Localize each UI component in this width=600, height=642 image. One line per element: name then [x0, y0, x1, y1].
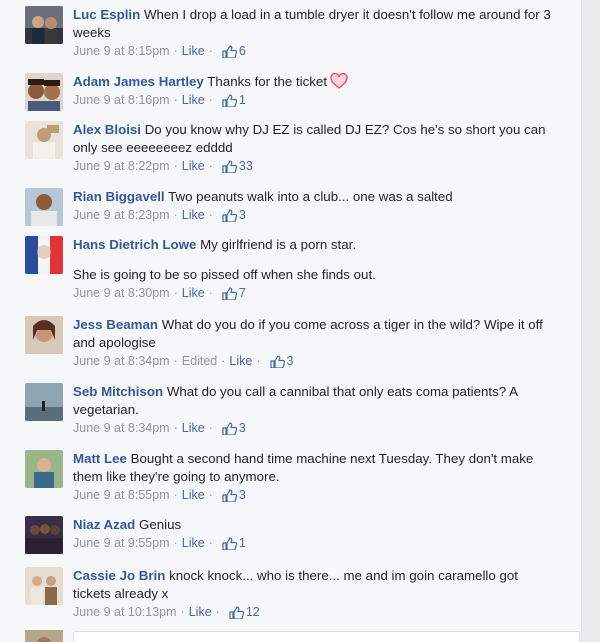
like-count[interactable]: 3 [239, 487, 246, 504]
comment-meta: June 9 at 8:23pm · Like · 3 [73, 207, 246, 224]
comment-timestamp[interactable]: June 9 at 8:22pm [73, 158, 170, 175]
like-count[interactable]: 33 [239, 158, 253, 175]
like-link[interactable]: Like [182, 207, 205, 224]
comment-meta: June 9 at 8:34pm · Edited · Like · 3 [73, 353, 294, 370]
avatar[interactable] [25, 567, 63, 605]
comment-author[interactable]: Cassie Jo Brin [73, 568, 165, 583]
avatar[interactable] [25, 121, 63, 159]
comment-author[interactable]: Niaz Azad [73, 517, 135, 532]
comment-timestamp[interactable]: June 9 at 8:16pm [73, 92, 170, 109]
comment-meta: June 9 at 8:55pm · Like · 3 [73, 487, 246, 504]
comment-text: My girlfriend is a porn star. [200, 237, 357, 252]
comment-author[interactable]: Luc Esplin [73, 7, 140, 22]
comment-timestamp[interactable]: June 9 at 8:15pm [73, 43, 170, 60]
avatar[interactable] [25, 236, 63, 274]
comment-text-continued: She is going to be so pissed off when sh… [73, 267, 376, 282]
comment-meta: June 9 at 8:34pm · Like · 3 [73, 420, 246, 437]
avatar[interactable] [25, 316, 63, 354]
reply-input[interactable] [73, 631, 580, 642]
comment-timestamp[interactable]: June 9 at 8:34pm [73, 420, 170, 437]
comment-meta: June 9 at 9:55pm · Like · 1 [73, 535, 246, 552]
thumbs-up-icon[interactable] [222, 422, 238, 436]
like-count[interactable]: 7 [239, 285, 246, 302]
like-count[interactable]: 3 [239, 207, 246, 224]
comment-timestamp[interactable]: June 9 at 8:34pm [73, 353, 170, 370]
heart-icon [330, 72, 348, 89]
comment-author[interactable]: Alex Bloisi [73, 122, 141, 137]
comment-text: Two peanuts walk into a club... one was … [168, 189, 453, 204]
like-link[interactable]: Like [229, 353, 252, 370]
avatar[interactable] [25, 73, 63, 111]
thumbs-up-icon[interactable] [269, 355, 285, 369]
avatar[interactable] [25, 383, 63, 421]
comment-timestamp[interactable]: June 9 at 8:55pm [73, 487, 170, 504]
comment-author[interactable]: Rian Biggavell [73, 189, 165, 204]
like-link[interactable]: Like [182, 158, 205, 175]
comment-timestamp[interactable]: June 9 at 9:55pm [73, 535, 170, 552]
comments-panel: Luc Esplin When I drop a load in a tumbl… [0, 0, 582, 642]
comment-meta: June 9 at 8:15pm · Like · 6 [73, 43, 246, 60]
thumbs-up-icon[interactable] [229, 606, 244, 620]
like-link[interactable]: Like [182, 487, 205, 504]
comment-timestamp[interactable]: June 9 at 8:23pm [73, 207, 170, 224]
thumbs-up-icon[interactable] [222, 45, 238, 59]
like-link[interactable]: Like [189, 604, 212, 621]
comment-author[interactable]: Seb Mitchison [73, 384, 163, 399]
comment-author[interactable]: Adam James Hartley [73, 74, 204, 89]
comment-text: Bought a second hand time machine next T… [73, 451, 534, 484]
comment-meta: June 9 at 10:13pm · Like · 12 [73, 604, 260, 621]
comment-meta: June 9 at 8:16pm · Like · 1 [73, 92, 246, 109]
thumbs-up-icon[interactable] [222, 287, 238, 301]
comment-text: Thanks for the ticket [207, 74, 328, 89]
comment-text: Do you know why DJ EZ is called DJ EZ? C… [73, 122, 546, 155]
avatar[interactable] [25, 188, 63, 226]
edited-label[interactable]: Edited [182, 353, 217, 370]
like-count[interactable]: 1 [239, 535, 246, 552]
thumbs-up-icon[interactable] [222, 160, 238, 174]
like-link[interactable]: Like [182, 535, 205, 552]
comment-timestamp[interactable]: June 9 at 8:30pm [73, 285, 170, 302]
thumbs-up-icon[interactable] [222, 537, 238, 551]
like-link[interactable]: Like [182, 43, 205, 60]
comment-meta: June 9 at 8:30pm · Like · 7 [73, 285, 246, 302]
comment-author[interactable]: Hans Dietrich Lowe [73, 237, 196, 252]
like-link[interactable]: Like [182, 92, 205, 109]
like-link[interactable]: Like [182, 285, 205, 302]
like-count[interactable]: 12 [246, 604, 260, 621]
comment-timestamp[interactable]: June 9 at 10:13pm [73, 604, 177, 621]
like-link[interactable]: Like [182, 420, 205, 437]
thumbs-up-icon[interactable] [222, 209, 238, 223]
comment-author[interactable]: Jess Beaman [73, 317, 158, 332]
thumbs-up-icon[interactable] [222, 489, 238, 503]
avatar[interactable] [25, 630, 63, 642]
avatar[interactable] [25, 516, 63, 554]
like-count[interactable]: 3 [287, 353, 294, 370]
comment-text: When I drop a load in a tumble dryer it … [73, 7, 551, 40]
avatar[interactable] [25, 6, 63, 44]
comment-author[interactable]: Matt Lee [73, 451, 127, 466]
like-count[interactable]: 3 [239, 420, 246, 437]
avatar[interactable] [25, 450, 63, 488]
thumbs-up-icon[interactable] [222, 94, 238, 108]
like-count[interactable]: 6 [239, 43, 246, 60]
like-count[interactable]: 1 [239, 92, 246, 109]
comment-meta: June 9 at 8:22pm · Like · 33 [73, 158, 253, 175]
comment-text: Genius [139, 517, 182, 532]
